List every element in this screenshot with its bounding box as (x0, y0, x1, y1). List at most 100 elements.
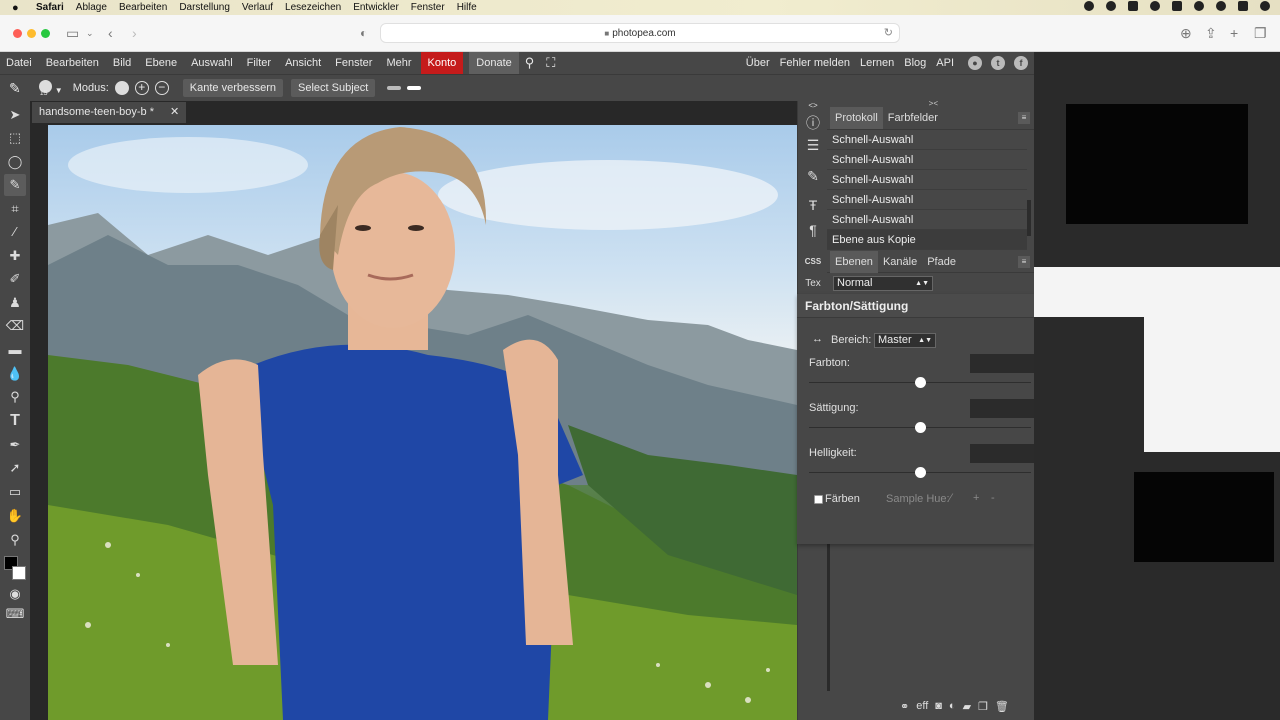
quick-select-tool-icon[interactable]: ✎ (9, 80, 21, 97)
menu-lernen[interactable]: Lernen (855, 52, 899, 74)
brush-tool-icon[interactable]: ✐ (4, 268, 26, 290)
panel-menu-icon[interactable]: ≡ (1018, 111, 1030, 124)
minimize-window-button[interactable] (27, 29, 36, 38)
range-select[interactable]: Master ▲▼ (874, 333, 936, 348)
menu-datei[interactable]: Datei (0, 52, 39, 74)
search-icon[interactable]: ⚲ (519, 55, 541, 71)
address-bar[interactable]: ■ photopea.com ↻ (380, 23, 900, 43)
saturation-input[interactable] (970, 399, 1034, 418)
zoom-tool-icon[interactable]: ⚲ (4, 529, 26, 551)
menu-auswahl[interactable]: Auswahl (184, 52, 240, 74)
toggle-icon[interactable] (387, 86, 402, 90)
hue-slider-knob[interactable] (915, 377, 926, 388)
control-center-icon[interactable] (1238, 1, 1248, 11)
quick-mask-icon[interactable]: ◉ (4, 583, 26, 605)
menu-ablage[interactable]: Ablage (76, 2, 107, 13)
shield-icon[interactable]: ◐ (360, 26, 367, 40)
new-tab-icon[interactable]: + (1230, 25, 1238, 41)
dodge-tool-icon[interactable]: ⚲ (4, 386, 26, 408)
path-select-tool-icon[interactable]: ➚ (4, 457, 26, 479)
status-app-icon[interactable] (1128, 1, 1138, 11)
eyedropper-icon[interactable]: ⁄ (950, 492, 952, 504)
gradient-tool-icon[interactable]: ▬ (4, 339, 26, 361)
healing-tool-icon[interactable]: ✚ (4, 245, 26, 267)
css-panel-button[interactable]: CSS (803, 257, 823, 266)
forward-icon[interactable]: › (132, 25, 137, 41)
collapse-icon[interactable]: <> (803, 101, 823, 110)
eraser-tool-icon[interactable]: ⌫ (4, 315, 26, 337)
menu-safari[interactable]: Safari (36, 2, 64, 13)
github-icon[interactable] (1106, 1, 1116, 11)
facebook-icon[interactable]: f (1014, 56, 1028, 70)
document-tab[interactable]: handsome-teen-boy-b * ✕ (32, 102, 187, 123)
adjustment-layer-icon[interactable]: ◐ (949, 700, 956, 713)
keyboard-icon[interactable]: ⌨ (4, 603, 26, 625)
hue-input[interactable] (970, 354, 1034, 373)
lightness-slider-knob[interactable] (915, 467, 926, 478)
menu-fenster[interactable]: Fenster (411, 2, 445, 13)
canvas-image[interactable] (48, 125, 797, 720)
hand-tool-icon[interactable]: ✋ (4, 505, 26, 527)
subtract-selection-mode-icon[interactable]: − (154, 81, 169, 95)
stamp-tool-icon[interactable]: ♟ (4, 292, 26, 314)
new-layer-icon[interactable]: ❐ (978, 700, 988, 713)
zoom-window-button[interactable] (41, 29, 50, 38)
close-window-button[interactable] (13, 29, 22, 38)
history-item[interactable]: Ebene aus Kopie (827, 230, 1027, 250)
effects-icon[interactable]: eff (916, 700, 928, 713)
menu-blog[interactable]: Blog (899, 52, 931, 74)
add-selection-mode-icon[interactable]: + (134, 81, 149, 95)
blur-tool-icon[interactable]: 💧 (4, 363, 26, 385)
konto-button[interactable]: Konto (420, 52, 464, 74)
lightness-input[interactable] (970, 444, 1034, 463)
menu-fehler-melden[interactable]: Fehler melden (775, 52, 855, 74)
twitter-icon[interactable]: t (991, 56, 1005, 70)
history-item[interactable]: Schnell-Auswahl (827, 190, 1027, 210)
marquee-tool-icon[interactable]: ⬚ (4, 127, 26, 149)
wifi-icon[interactable] (1194, 1, 1204, 11)
menu-lesezeichen[interactable]: Lesezeichen (285, 2, 341, 13)
tex-panel-button[interactable]: Tex (803, 278, 823, 289)
donate-button[interactable]: Donate (469, 52, 519, 74)
history-item[interactable]: Schnell-Auswahl (827, 170, 1027, 190)
download-icon[interactable]: ⊕ (1180, 25, 1192, 42)
refine-edge-button[interactable]: Kante verbessern (182, 79, 284, 97)
search-icon[interactable] (1216, 1, 1226, 11)
back-icon[interactable]: ‹ (108, 25, 113, 41)
menu-hilfe[interactable]: Hilfe (457, 2, 477, 13)
link-layers-icon[interactable]: ⚭ (900, 700, 909, 713)
move-tool-icon[interactable]: ➤ (4, 104, 26, 126)
menu-api[interactable]: API (931, 52, 959, 74)
fullscreen-icon[interactable]: ⛶ (540, 55, 561, 71)
menu-mehr[interactable]: Mehr (379, 52, 418, 74)
share-icon[interactable]: ⇪ (1205, 25, 1217, 42)
crop-tool-icon[interactable]: ⌗ (4, 198, 26, 220)
info-icon[interactable]: ⓘ (803, 113, 823, 133)
background-color-swatch[interactable] (12, 566, 26, 580)
new-selection-mode-icon[interactable] (114, 81, 129, 95)
tab-pfade[interactable]: Pfade (922, 251, 961, 273)
sidebar-icon[interactable]: ▭ (66, 25, 79, 42)
menu-bild[interactable]: Bild (106, 52, 138, 74)
tab-ebenen[interactable]: Ebenen (830, 250, 878, 273)
quick-select-tool-icon[interactable]: ✎ (4, 174, 26, 196)
apple-icon[interactable]: ● (12, 2, 26, 14)
lasso-tool-icon[interactable]: ◯ (4, 151, 26, 173)
brush-panel-icon[interactable]: ✎ (803, 168, 823, 185)
mask-icon[interactable]: ◙ (935, 700, 942, 713)
battery-icon[interactable] (1172, 1, 1182, 11)
shape-tool-icon[interactable]: ▭ (4, 481, 26, 503)
text-tool-icon[interactable]: T (4, 410, 26, 432)
panel-menu-icon[interactable]: ≡ (1018, 255, 1030, 268)
trash-icon[interactable]: 🗑 (995, 700, 1009, 713)
menu-ueber[interactable]: Über (741, 52, 775, 74)
colorize-checkbox[interactable] (814, 495, 823, 504)
adjustments-icon[interactable]: ☰ (803, 137, 823, 154)
tab-overview-icon[interactable]: ❐ (1254, 25, 1267, 42)
blend-mode-select[interactable]: Normal ▲▼ (833, 276, 933, 291)
record-icon[interactable] (1084, 1, 1094, 11)
paragraph-panel-icon[interactable]: ¶ (803, 222, 823, 238)
toggle-icon[interactable] (407, 86, 422, 90)
tab-kanaele[interactable]: Kanäle (878, 251, 922, 273)
scrollbar[interactable] (1027, 200, 1031, 236)
